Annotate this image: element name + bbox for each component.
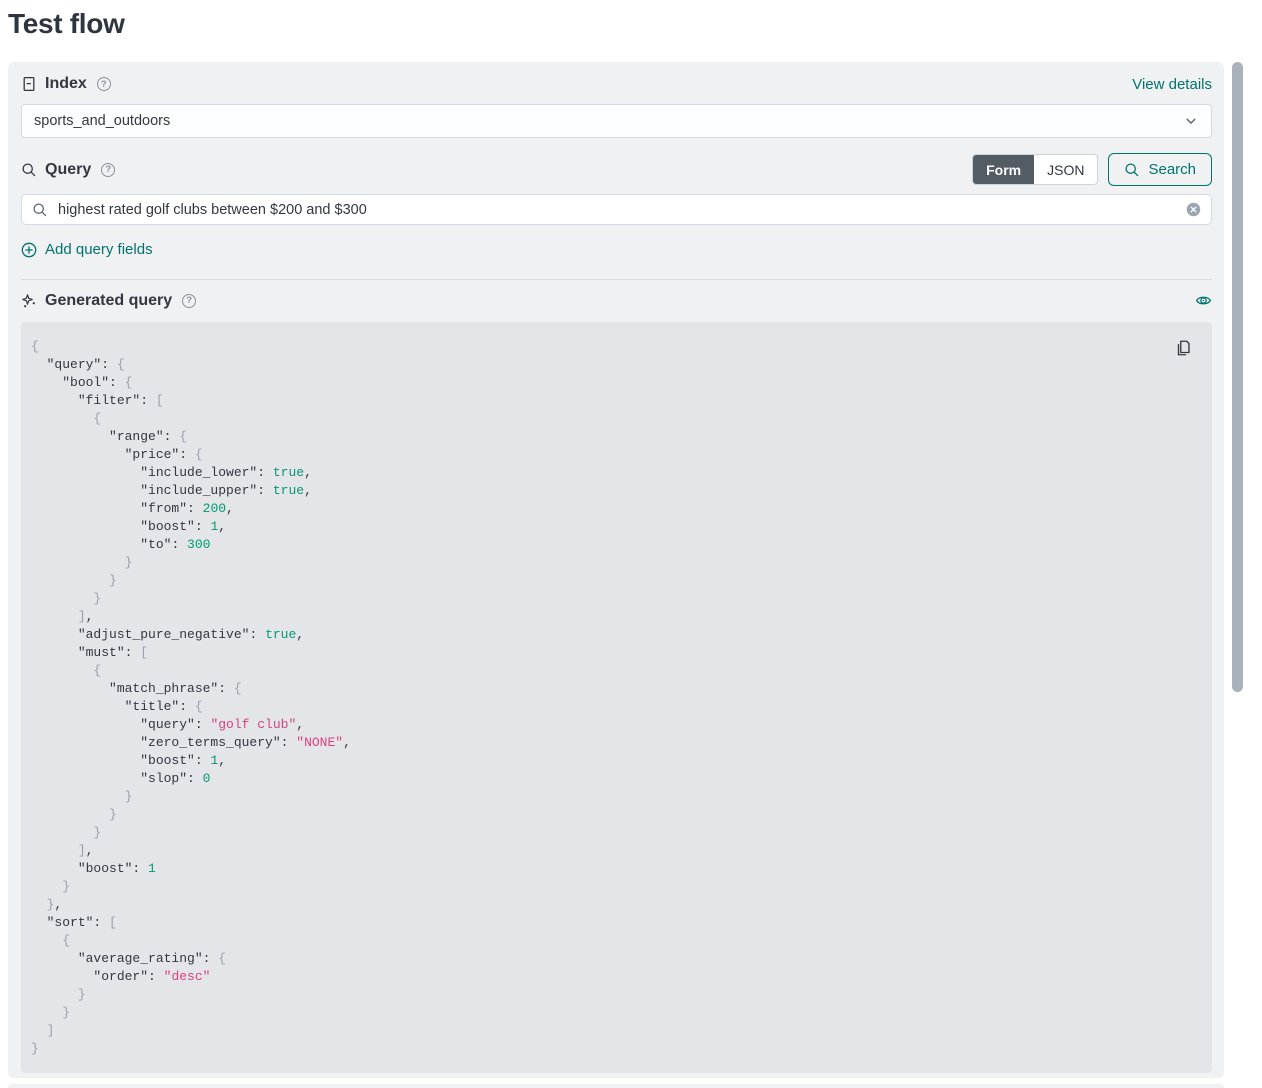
index-header-row: Index View details — [21, 75, 1212, 93]
eye-icon[interactable] — [1195, 292, 1212, 309]
view-details-link[interactable]: View details — [1132, 76, 1212, 93]
search-icon — [32, 202, 48, 218]
mode-form-button[interactable]: Form — [973, 155, 1034, 184]
add-query-fields-link[interactable]: Add query fields — [21, 241, 153, 258]
search-icon — [1124, 162, 1140, 178]
index-select[interactable]: sports_and_outdoors — [21, 104, 1212, 138]
generate-icon — [21, 293, 37, 309]
query-mode-toggle: Form JSON — [972, 154, 1098, 185]
index-select-value: sports_and_outdoors — [34, 113, 170, 129]
query-header-row: Query Form JSON Search — [21, 153, 1212, 186]
generated-query-code: { "query": { "bool": { "filter": [ { "ra… — [21, 322, 1212, 1073]
query-section-title: Query — [45, 161, 91, 179]
query-search-input[interactable]: highest rated golf clubs between $200 an… — [21, 194, 1212, 225]
chevron-down-icon — [1183, 113, 1199, 129]
search-icon — [21, 162, 37, 178]
generated-query-json: { "query": { "bool": { "filter": [ { "ra… — [31, 338, 1198, 1058]
add-query-fields-label: Add query fields — [45, 241, 153, 258]
generated-query-title: Generated query — [45, 292, 172, 310]
test-flow-panel: Index View details sports_and_outdoors Q… — [8, 62, 1224, 1078]
help-icon[interactable] — [182, 294, 196, 308]
generated-query-header-row: Generated query — [21, 290, 1212, 312]
index-section-title: Index — [45, 75, 87, 93]
page-title: Test flow — [8, 8, 125, 40]
search-button-label: Search — [1148, 161, 1196, 178]
help-icon[interactable] — [97, 77, 111, 91]
clear-icon[interactable] — [1186, 202, 1201, 217]
search-button[interactable]: Search — [1108, 153, 1212, 186]
plus-circle-icon — [21, 242, 37, 258]
document-icon — [21, 76, 37, 92]
query-input-value: highest rated golf clubs between $200 an… — [58, 202, 1176, 218]
next-panel-top-edge — [8, 1084, 1224, 1088]
help-icon[interactable] — [101, 163, 115, 177]
copy-icon[interactable] — [1174, 339, 1192, 357]
vertical-scrollbar-thumb[interactable] — [1232, 62, 1243, 692]
section-divider — [21, 279, 1212, 280]
mode-json-button[interactable]: JSON — [1034, 155, 1097, 184]
